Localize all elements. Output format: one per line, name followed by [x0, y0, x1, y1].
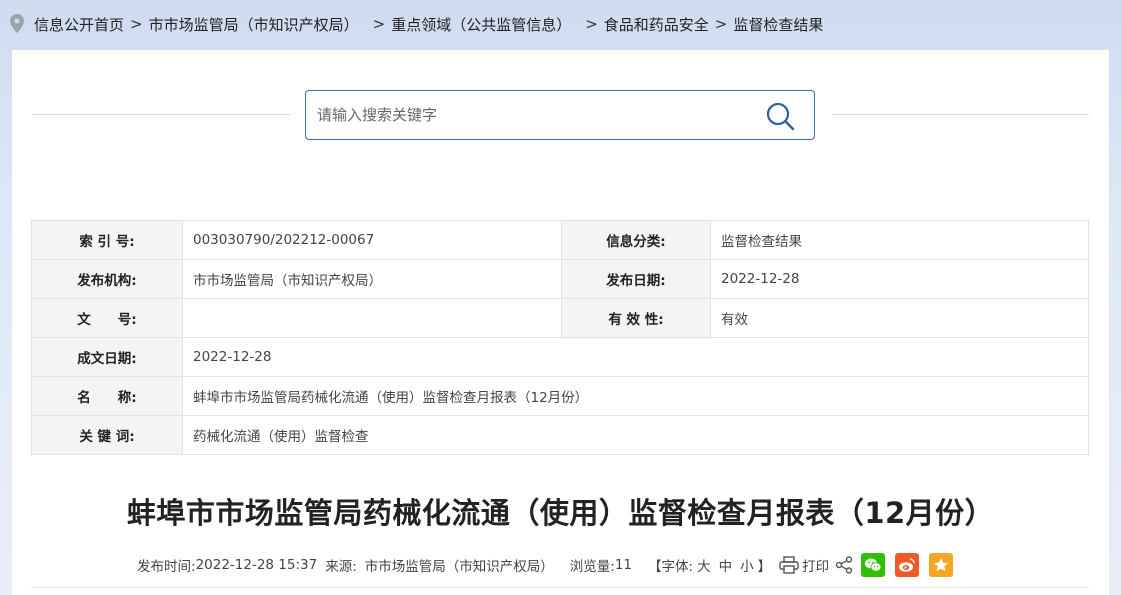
print-button[interactable]: 打印: [779, 555, 829, 575]
views-value: 11: [614, 557, 633, 573]
weibo-share-icon[interactable]: [895, 553, 920, 577]
breadcrumb-item-key-areas[interactable]: 重点领域（公共监管信息）: [391, 14, 571, 35]
table-row: 成文日期: 2022-12-28: [31, 337, 1089, 377]
publisher-value: 市市场监管局（市知识产权局）: [182, 259, 562, 299]
font-size-large-button[interactable]: 大: [697, 555, 711, 575]
breadcrumb-separator: >: [372, 15, 386, 33]
source-value: 市市场监管局（市知识产权局）: [364, 559, 554, 575]
content-panel: 索 引 号: 003030790/202212-00067 信息分类: 监督检查…: [12, 50, 1109, 595]
search-icon[interactable]: [764, 100, 796, 132]
article-title: 蚌埠市市场监管局药械化流通（使用）监督检查月报表（12月份）: [126, 496, 995, 530]
share-icon[interactable]: [835, 556, 853, 574]
pubdate-value: 2022-12-28: [710, 259, 1089, 299]
breadcrumb-item-home[interactable]: 信息公开首页: [34, 14, 124, 35]
keywords-label: 关 键 词:: [31, 415, 183, 455]
breadcrumb-separator: >: [130, 15, 143, 33]
created-value: 2022-12-28: [182, 337, 1089, 377]
printer-icon: [779, 556, 799, 574]
name-label: 名 称:: [31, 376, 183, 416]
metadata-table: 索 引 号: 003030790/202212-00067 信息分类: 监督检查…: [31, 220, 1089, 455]
article-info-bar: 发布时间: 2022-12-28 15:37 来源: 市市场监管局（市知识产权局…: [137, 550, 963, 580]
breadcrumb: 信息公开首页 > 市市场监管局（市知识产权局） > 重点领域（公共监管信息） >…: [10, 12, 823, 36]
breadcrumb-separator: >: [714, 15, 728, 33]
print-label: 打印: [802, 559, 830, 575]
search-input[interactable]: [306, 92, 746, 138]
breadcrumb-separator: >: [585, 15, 598, 33]
name-value: 蚌埠市市场监管局药械化流通（使用）监督检查月报表（12月份）: [182, 376, 1089, 416]
publisher-label: 发布机构:: [31, 259, 183, 299]
validity-value: 有效: [710, 298, 1089, 338]
category-value: 监督检查结果: [710, 220, 1089, 260]
created-label: 成文日期:: [31, 337, 183, 377]
index-label: 索 引 号:: [31, 220, 183, 260]
category-label: 信息分类:: [561, 220, 711, 260]
font-size-open: 【字体:: [648, 559, 694, 575]
breadcrumb-item-bureau[interactable]: 市市场监管局（市知识产权局）: [149, 14, 359, 35]
search-box: [305, 90, 815, 140]
keywords-value: 药械化流通（使用）监督检查: [182, 415, 1089, 455]
table-row: 名 称: 蚌埠市市场监管局药械化流通（使用）监督检查月报表（12月份）: [31, 376, 1089, 416]
docno-value: [182, 298, 562, 338]
breadcrumb-item-inspection[interactable]: 监督检查结果: [733, 14, 823, 35]
table-row: 文 号: 有 效 性: 有效: [31, 298, 1089, 338]
divider: [31, 587, 1089, 588]
font-size-medium-button[interactable]: 中: [719, 555, 733, 575]
wechat-share-icon[interactable]: [861, 553, 886, 577]
search-row: [12, 90, 1109, 140]
publish-time-value: 2022-12-28 15:37: [195, 557, 318, 573]
source-label: 来源:: [325, 559, 357, 575]
favorite-star-icon[interactable]: [929, 553, 954, 577]
validity-label: 有 效 性:: [561, 298, 711, 338]
breadcrumb-item-food-drug[interactable]: 食品和药品安全: [604, 14, 709, 35]
pubdate-label: 发布日期:: [561, 259, 711, 299]
font-size-small-button[interactable]: 小: [740, 555, 754, 575]
index-value: 003030790/202212-00067: [182, 220, 562, 260]
font-size-close: 】: [757, 559, 772, 575]
divider: [832, 114, 1089, 115]
table-row: 发布机构: 市市场监管局（市知识产权局） 发布日期: 2022-12-28: [31, 259, 1089, 299]
divider: [32, 114, 290, 115]
table-row: 索 引 号: 003030790/202212-00067 信息分类: 监督检查…: [31, 220, 1089, 260]
docno-label: 文 号:: [31, 298, 183, 338]
location-pin-icon: [10, 14, 28, 34]
publish-time-label: 发布时间:: [137, 559, 196, 575]
table-row: 关 键 词: 药械化流通（使用）监督检查: [31, 415, 1089, 455]
views-label: 浏览量:: [569, 559, 615, 575]
